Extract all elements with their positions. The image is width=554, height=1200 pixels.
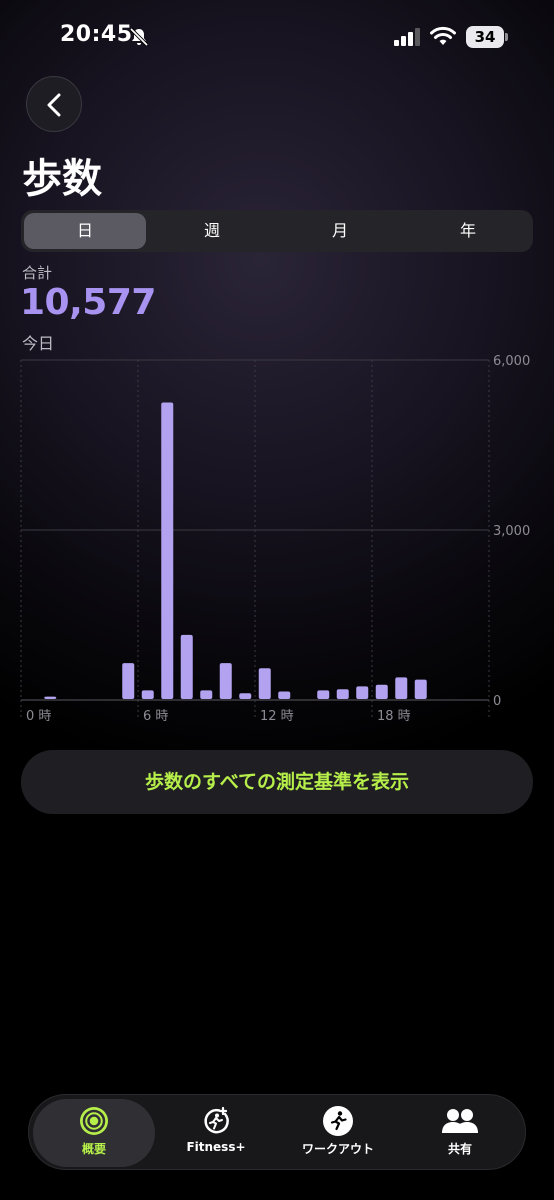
back-button[interactable] (26, 76, 82, 132)
bar-hour-7 (161, 402, 174, 699)
battery-tip (505, 33, 508, 41)
bell-muted-icon (129, 27, 149, 47)
tab-workout-label: ワークアウト (301, 1142, 374, 1156)
workout-runner-icon (323, 1106, 353, 1136)
tab-summary-label: 概要 (81, 1142, 106, 1156)
wifi-icon (430, 26, 456, 45)
x-tick-label: 18 時 (377, 709, 411, 724)
segment-day[interactable]: 日 (24, 210, 146, 252)
total-label: 合計 (22, 264, 53, 282)
y-tick-label: 0 (493, 694, 501, 709)
tab-sharing[interactable]: 共有 (399, 1095, 521, 1171)
tab-workout[interactable]: ワークアウト (277, 1095, 399, 1171)
battery-indicator: 34 (466, 26, 508, 48)
tab-bar: 概要 Fitness+ ワークアウト 共有 (28, 1094, 526, 1170)
page-title: 歩数 (22, 156, 102, 202)
steps-bar-chart[interactable]: 0 3,000 6,000 0 時 6 時 12 時 18 時 (0, 350, 554, 730)
bar-hour-17 (356, 686, 369, 699)
period-segmented-control: 日 週 月 年 (21, 210, 533, 252)
battery-level: 34 (466, 26, 504, 48)
bar-hour-6 (141, 690, 154, 699)
total-value: 10,577 (20, 282, 156, 323)
x-tick-label: 12 時 (260, 709, 294, 724)
segment-month[interactable]: 月 (279, 210, 401, 252)
status-time: 20:45 (60, 22, 133, 47)
activity-rings-icon (80, 1107, 108, 1135)
tab-fitness-plus[interactable]: Fitness+ (155, 1095, 277, 1171)
bar-hour-13 (278, 691, 291, 699)
chevron-left-icon (47, 93, 61, 117)
bar-hour-19 (395, 677, 408, 699)
bar-hour-16 (336, 689, 349, 699)
bar-hour-20 (414, 679, 427, 699)
y-tick-label: 3,000 (493, 524, 530, 539)
segment-week[interactable]: 週 (151, 210, 273, 252)
show-all-metrics-button[interactable]: 歩数のすべての測定基準を表示 (21, 750, 533, 814)
tab-fitness-plus-label: Fitness+ (186, 1140, 246, 1154)
cellular-signal-icon (394, 28, 420, 46)
bar-hour-12 (258, 668, 271, 699)
fitness-plus-icon (204, 1106, 229, 1134)
bar-hour-10 (219, 663, 232, 699)
bar-hour-15 (317, 690, 330, 699)
bar-hour-18 (375, 684, 388, 699)
tab-summary[interactable]: 概要 (33, 1099, 155, 1167)
x-tick-label: 0 時 (26, 709, 51, 724)
bar-hour-5 (122, 663, 135, 699)
tab-sharing-label: 共有 (447, 1142, 472, 1156)
segment-year[interactable]: 年 (407, 210, 529, 252)
bar-hour-1 (44, 696, 57, 699)
bar-hour-11 (239, 693, 252, 699)
status-bar: 20:45 34 (0, 0, 554, 76)
x-tick-label: 6 時 (143, 709, 168, 724)
bar-hour-8 (180, 634, 193, 699)
bar-hour-9 (200, 690, 213, 699)
y-tick-label: 6,000 (493, 354, 530, 369)
sharing-people-icon (442, 1109, 478, 1133)
